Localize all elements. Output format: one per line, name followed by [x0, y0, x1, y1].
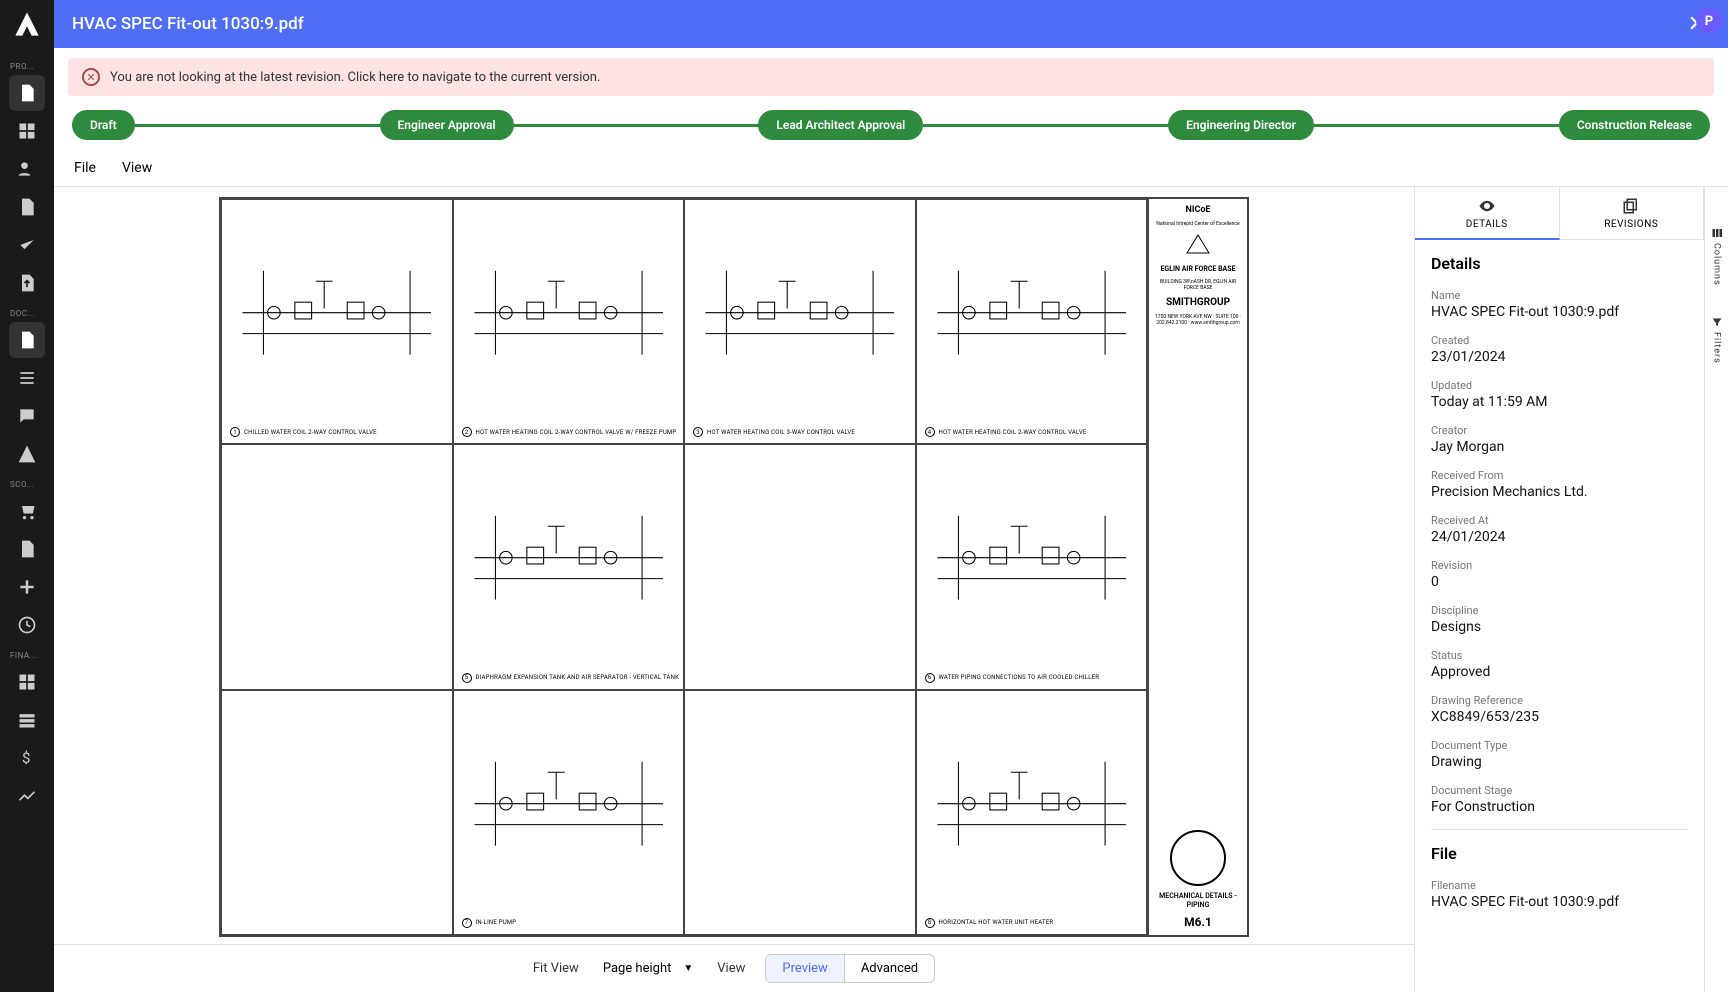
detail-field: Revision0 [1431, 559, 1688, 590]
sidebar-item-history[interactable] [9, 607, 45, 643]
sidebar-item-trend[interactable] [9, 778, 45, 814]
workflow-step-construction-release[interactable]: Construction Release [1559, 110, 1710, 140]
sidebar-item-table[interactable] [9, 702, 45, 738]
detail-field: CreatorJay Morgan [1431, 424, 1688, 455]
workflow-step-draft[interactable]: Draft [72, 110, 135, 140]
columns-icon [1711, 227, 1723, 239]
detail-field: Received At24/01/2024 [1431, 514, 1688, 545]
workflow-step-engineer-approval[interactable]: Engineer Approval [380, 110, 514, 140]
view-mode-preview[interactable]: Preview [766, 955, 843, 982]
sidebar-item-money[interactable]: $ [9, 740, 45, 776]
chevron-down-icon: ▼ [683, 963, 693, 974]
menu-view[interactable]: View [122, 160, 152, 176]
sidebar-item-people[interactable] [9, 151, 45, 187]
view-mode-label: View [717, 961, 745, 976]
user-avatar[interactable]: P [1696, 8, 1722, 34]
drawing-detail-cell: 7IN-LINE PUMP [453, 690, 685, 935]
columns-toggle[interactable]: Columns [1711, 227, 1723, 286]
detail-field: Document TypeDrawing [1431, 739, 1688, 770]
filter-icon [1711, 316, 1723, 328]
alert-message: You are not looking at the latest revisi… [110, 70, 600, 85]
modal-header: HVAC SPEC Fit-out 1030:9.pdf ✕ [54, 0, 1728, 48]
title-block: NICoE National Intrepid Center of Excell… [1147, 199, 1247, 935]
detail-field: Drawing ReferenceXC8849/653/235 [1431, 694, 1688, 725]
revision-warning-banner[interactable]: ✕ You are not looking at the latest revi… [68, 58, 1714, 96]
detail-field: UpdatedToday at 11:59 AM [1431, 379, 1688, 410]
menu-file[interactable]: File [74, 160, 96, 176]
org-logo: NICoE [1153, 205, 1243, 215]
right-rail: Columns Filters [1704, 187, 1728, 992]
drawing-detail-cell: 4HOT WATER HEATING COIL 2-WAY CONTROL VA… [916, 199, 1148, 444]
tab-revisions[interactable]: REVISIONS [1560, 187, 1705, 240]
sidebar-item-list[interactable] [9, 360, 45, 396]
sheet-number: M6.1 [1153, 915, 1243, 929]
details-heading: Details [1431, 254, 1688, 273]
drawing-detail-cell [221, 444, 453, 689]
sidebar-group-finance: FINA... [0, 651, 37, 660]
sidebar-item-documents[interactable] [9, 75, 45, 111]
view-mode-advanced[interactable]: Advanced [844, 955, 934, 982]
copy-icon [1622, 197, 1640, 215]
sidebar-item-alert[interactable] [9, 436, 45, 472]
drawing-detail-cell: 1CHILLED WATER COIL 2-WAY CONTROL VALVE [221, 199, 453, 444]
alert-dismiss-icon[interactable]: ✕ [82, 68, 100, 86]
document-canvas[interactable]: 1CHILLED WATER COIL 2-WAY CONTROL VALVE2… [54, 187, 1414, 944]
app-logo-icon [13, 10, 41, 38]
drawing-detail-cell: 5DIAPHRAGM EXPANSION TANK AND AIR SEPARA… [453, 444, 685, 689]
detail-field: Document StageFor Construction [1431, 784, 1688, 815]
drawing-detail-cell: 2HOT WATER HEATING COIL 2-WAY CONTROL VA… [453, 199, 685, 444]
sidebar-item-check[interactable] [9, 227, 45, 263]
drawing-detail-cell: 6WATER PIPING CONNECTIONS TO AIR COOLED … [916, 444, 1148, 689]
sidebar-item-upload[interactable] [9, 265, 45, 301]
sidebar-item-cart[interactable] [9, 493, 45, 529]
drawing-detail-cell [684, 690, 916, 935]
drawing-detail-cell: 8HORIZONTAL HOT WATER UNIT HEATER [916, 690, 1148, 935]
eye-icon [1478, 197, 1496, 215]
detail-field: DisciplineDesigns [1431, 604, 1688, 635]
sidebar-item-doc2[interactable] [9, 531, 45, 567]
sidebar-nav: PRO... DOC... SCO... FINA... $ [0, 0, 54, 992]
workflow-step-engineering-director[interactable]: Engineering Director [1168, 110, 1314, 140]
view-mode-segmented: Preview Advanced [765, 954, 935, 983]
sidebar-item-doc[interactable] [9, 322, 45, 358]
sidebar-item-dashboard[interactable] [9, 664, 45, 700]
viewer-toolbar: Fit View Page height ▼ View Preview Adva… [54, 944, 1414, 992]
tab-details[interactable]: DETAILS [1415, 187, 1560, 240]
menubar: File View [54, 152, 1728, 187]
sidebar-item-add[interactable] [9, 569, 45, 605]
seal-icon [1170, 830, 1226, 886]
document-title: HVAC SPEC Fit-out 1030:9.pdf [72, 14, 304, 34]
fit-view-select[interactable]: Page height ▼ [599, 957, 697, 980]
detail-field: Received FromPrecision Mechanics Ltd. [1431, 469, 1688, 500]
drawing-detail-cell [684, 444, 916, 689]
detail-field: StatusApproved [1431, 649, 1688, 680]
sidebar-item-page[interactable] [9, 189, 45, 225]
file-heading: File [1431, 844, 1688, 863]
sidebar-item-chat[interactable] [9, 398, 45, 434]
airforce-icon [1183, 233, 1213, 259]
svg-text:$: $ [22, 749, 30, 767]
sidebar-item-grid[interactable] [9, 113, 45, 149]
detail-field: Created23/01/2024 [1431, 334, 1688, 365]
fit-view-label: Fit View [533, 961, 579, 976]
filters-toggle[interactable]: Filters [1711, 316, 1723, 364]
details-panel: DETAILS REVISIONS Details NameHVAC SPEC … [1414, 187, 1704, 992]
drawing-detail-cell [221, 690, 453, 935]
detail-field: NameHVAC SPEC Fit-out 1030:9.pdf [1431, 289, 1688, 320]
sidebar-group-scope: SCO... [0, 480, 34, 489]
sidebar-group-projects: PRO... [0, 62, 34, 71]
drawing-sheet: 1CHILLED WATER COIL 2-WAY CONTROL VALVE2… [219, 197, 1249, 937]
drawing-detail-cell: 3HOT WATER HEATING COIL 3-WAY CONTROL VA… [684, 199, 916, 444]
workflow-step-lead-architect[interactable]: Lead Architect Approval [758, 110, 923, 140]
sidebar-group-docs: DOC... [0, 309, 35, 318]
workflow-steps: Draft Engineer Approval Lead Architect A… [54, 96, 1728, 152]
firm-logo: SMITHGROUP [1153, 297, 1243, 308]
